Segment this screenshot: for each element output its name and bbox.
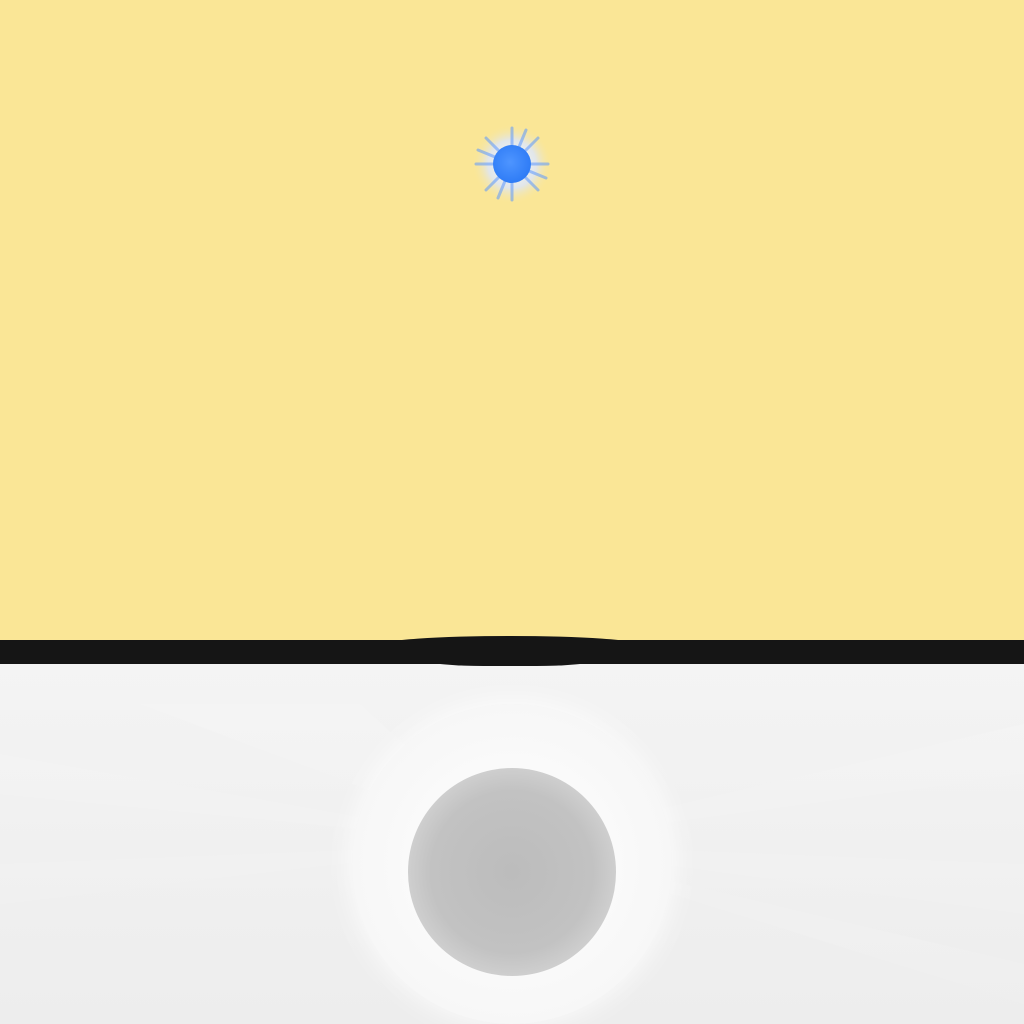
ball[interactable] (472, 124, 552, 204)
sky-area (0, 0, 1024, 640)
horizon-line (0, 640, 1024, 664)
hole-icon (408, 768, 616, 976)
glowing-ball-icon (472, 124, 552, 204)
game-scene[interactable] (0, 0, 1024, 1024)
